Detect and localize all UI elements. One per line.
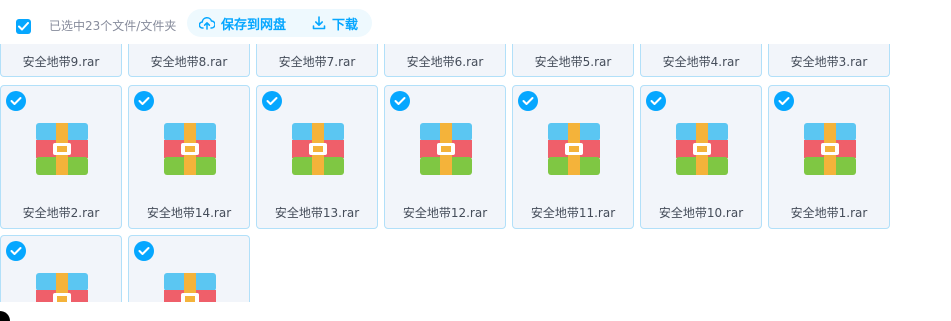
archive-rar-icon xyxy=(420,123,472,175)
selected-check-icon[interactable] xyxy=(262,91,282,111)
selected-check-icon[interactable] xyxy=(134,241,154,261)
selected-check-icon[interactable] xyxy=(518,91,538,111)
archive-rar-icon xyxy=(164,273,216,302)
archive-rar-icon xyxy=(36,123,88,175)
file-tile[interactable] xyxy=(128,235,250,302)
file-tile[interactable]: 安全地带5.rar xyxy=(512,44,634,77)
select-all-checkbox[interactable] xyxy=(16,19,31,34)
window-corner xyxy=(0,311,10,321)
file-tile[interactable]: 安全地带6.rar xyxy=(384,44,506,77)
file-name: 安全地带3.rar xyxy=(790,55,868,69)
file-tile[interactable]: 安全地带9.rar xyxy=(0,44,122,77)
archive-rar-icon xyxy=(164,123,216,175)
checkmark-icon xyxy=(18,22,29,31)
file-name: 安全地带8.rar xyxy=(150,55,228,69)
bottom-strip xyxy=(0,302,951,321)
file-name: 安全地带6.rar xyxy=(406,55,484,69)
file-grid: 安全地带9.rar 安全地带8.rar 安全地带7.rar 安全地带6.rar 安全地带… xyxy=(0,44,951,302)
archive-rar-icon xyxy=(36,273,88,302)
selected-check-icon[interactable] xyxy=(6,241,26,261)
cloud-upload-icon xyxy=(199,17,215,30)
file-name: 安全地带12.rar xyxy=(402,206,488,220)
selection-toolbar: 已选中23个文件/文件夹 保存到网盘 下载 xyxy=(0,0,951,44)
file-name: 安全地带5.rar xyxy=(534,55,612,69)
file-name: 安全地带13.rar xyxy=(274,206,360,220)
selected-check-icon[interactable] xyxy=(134,91,154,111)
file-tile[interactable]: 安全地带8.rar xyxy=(128,44,250,77)
archive-rar-icon xyxy=(548,123,600,175)
file-tile[interactable]: 安全地带2.rar xyxy=(0,85,122,229)
action-button-group: 保存到网盘 下载 xyxy=(187,9,372,37)
download-icon xyxy=(312,16,326,30)
file-name: 安全地带10.rar xyxy=(658,206,744,220)
file-tile[interactable]: 安全地带3.rar xyxy=(768,44,890,77)
file-name: 安全地带4.rar xyxy=(662,55,740,69)
file-tile[interactable]: 安全地带13.rar xyxy=(256,85,378,229)
save-label: 保存到网盘 xyxy=(221,17,287,33)
download-button[interactable]: 下载 xyxy=(312,9,358,37)
file-tile[interactable]: 安全地带7.rar xyxy=(256,44,378,77)
archive-rar-icon xyxy=(804,123,856,175)
save-to-cloud-button[interactable]: 保存到网盘 xyxy=(199,9,286,37)
file-name: 安全地带9.rar xyxy=(22,55,100,69)
file-name: 安全地带7.rar xyxy=(278,55,356,69)
file-tile[interactable]: 安全地带1.rar xyxy=(768,85,890,229)
archive-rar-icon xyxy=(292,123,344,175)
file-name: 安全地带2.rar xyxy=(22,206,100,220)
file-name: 安全地带1.rar xyxy=(790,206,868,220)
selected-check-icon[interactable] xyxy=(646,91,666,111)
file-name: 安全地带14.rar xyxy=(146,206,232,220)
file-tile[interactable]: 安全地带14.rar xyxy=(128,85,250,229)
selected-check-icon[interactable] xyxy=(390,91,410,111)
file-tile[interactable]: 安全地带11.rar xyxy=(512,85,634,229)
download-label: 下载 xyxy=(332,17,359,33)
selection-count: 已选中23个文件/文件夹 xyxy=(49,19,177,33)
file-tile[interactable] xyxy=(0,235,122,302)
file-name: 安全地带11.rar xyxy=(530,206,616,220)
file-tile[interactable]: 安全地带12.rar xyxy=(384,85,506,229)
archive-rar-icon xyxy=(676,123,728,175)
selected-check-icon[interactable] xyxy=(774,91,794,111)
file-tile[interactable]: 安全地带4.rar xyxy=(640,44,762,77)
file-tile[interactable]: 安全地带10.rar xyxy=(640,85,762,229)
selected-check-icon[interactable] xyxy=(6,91,26,111)
